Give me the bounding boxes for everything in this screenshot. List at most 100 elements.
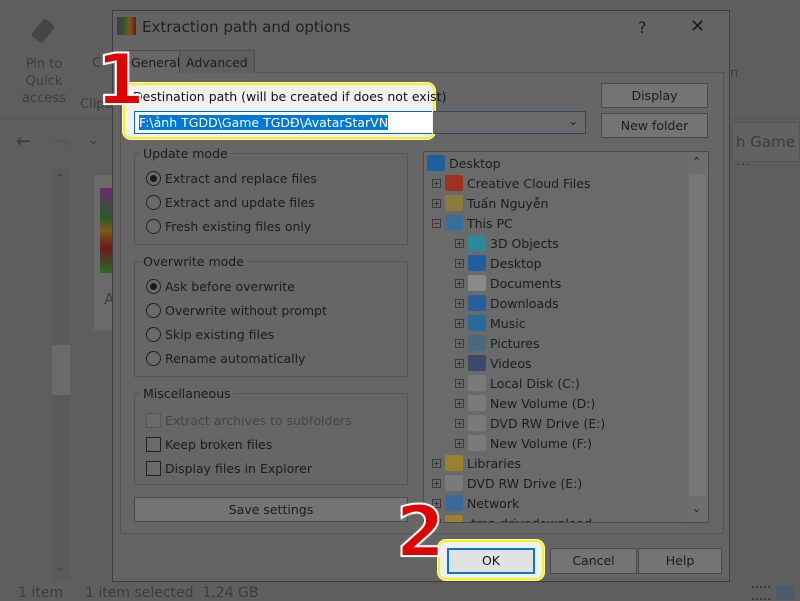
tab-advanced[interactable]: Advanced [179, 50, 255, 73]
tree-item[interactable]: + DVD RW Drive (E:) [432, 473, 582, 493]
tree-item[interactable]: + New Volume (D:) [455, 393, 595, 413]
back-button[interactable]: ← [16, 131, 31, 152]
radio-icon[interactable] [146, 171, 161, 186]
tree-item-label: .tmp.drivedownload [467, 515, 593, 523]
radio-icon[interactable] [146, 279, 161, 294]
tree-item[interactable]: + .tmp.drivedownload [432, 513, 593, 523]
option-label: Extract archives to subfolders [165, 413, 352, 428]
radio-fresh-existing[interactable]: Fresh existing files only [146, 219, 311, 234]
ok-button[interactable]: OK [447, 548, 535, 574]
expand-icon[interactable]: + [432, 458, 441, 468]
details-view-icon[interactable] [752, 586, 770, 600]
radio-extract-replace[interactable]: Extract and replace files [146, 171, 317, 186]
option-label: Fresh existing files only [165, 219, 312, 234]
music-icon [468, 315, 486, 331]
radio-skip-existing[interactable]: Skip existing files [146, 327, 274, 342]
tree-item[interactable]: − This PC [432, 213, 513, 233]
tree-item[interactable]: Desktop [427, 153, 501, 173]
pin-to-quick-access-button[interactable]: Pin to Quick access [8, 56, 80, 107]
collapse-icon[interactable]: − [432, 218, 441, 228]
computer-icon [445, 215, 463, 231]
destination-path-input[interactable]: F:\ảnh TGDD\Game TGDĐ\AvatarStarVN [134, 111, 432, 134]
tree-item[interactable]: + Desktop [455, 253, 542, 273]
scroll-down-icon[interactable]: ⌄ [55, 560, 66, 575]
expand-icon[interactable]: + [432, 178, 441, 188]
radio-ask-before[interactable]: Ask before overwrite [146, 279, 295, 294]
tree-item[interactable]: + Local Disk (C:) [455, 373, 580, 393]
status-item-count: 1 item [18, 585, 63, 601]
large-icons-view-icon[interactable] [776, 586, 794, 600]
cancel-button[interactable]: Cancel [550, 548, 637, 574]
document-icon [468, 275, 486, 291]
radio-rename-automatically[interactable]: Rename automatically [146, 351, 305, 366]
radio-icon[interactable] [146, 219, 161, 234]
expand-icon[interactable]: + [455, 438, 464, 448]
scroll-up-icon[interactable]: ⌃ [55, 172, 66, 187]
tree-item-label: Creative Cloud Files [467, 175, 591, 191]
recent-dropdown[interactable]: ⌄ [88, 133, 99, 148]
tree-item-label: New Volume (F:) [490, 435, 592, 451]
option-label: Keep broken files [165, 437, 273, 452]
expand-icon[interactable]: + [455, 338, 464, 348]
dialog-title: Extraction path and options [142, 18, 351, 36]
option-label: Ask before overwrite [165, 279, 295, 294]
new-folder-button[interactable]: New folder [601, 113, 708, 138]
expand-icon[interactable]: + [432, 198, 441, 208]
radio-icon[interactable] [146, 327, 161, 342]
expand-icon[interactable]: + [455, 318, 464, 328]
checkbox-icon[interactable] [146, 437, 161, 452]
checkbox-keep-broken[interactable]: Keep broken files [146, 437, 272, 452]
radio-overwrite-without-prompt[interactable]: Overwrite without prompt [146, 303, 327, 318]
tree-item[interactable]: + Network [432, 493, 519, 513]
expand-icon[interactable]: + [455, 378, 464, 388]
expand-icon[interactable]: + [455, 258, 464, 268]
tree-item[interactable]: + Tuấn Nguyễn [432, 193, 548, 213]
tree-item-label: Libraries [467, 455, 521, 471]
tree-item-label: Downloads [490, 295, 559, 311]
expand-icon[interactable]: + [432, 478, 441, 488]
tree-item[interactable]: + Libraries [432, 453, 521, 473]
expand-icon[interactable]: + [455, 238, 464, 248]
expand-icon[interactable]: + [455, 278, 464, 288]
scroll-up-icon[interactable]: ⌃ [692, 155, 701, 168]
tree-item[interactable]: +3D Objects [455, 233, 559, 253]
tree-item-label: Local Disk (C:) [490, 375, 580, 391]
checkbox-display-in-explorer[interactable]: Display files in Explorer [146, 461, 312, 476]
tree-item[interactable]: + Documents [455, 273, 561, 293]
expand-icon[interactable]: + [455, 358, 464, 368]
radio-icon[interactable] [146, 195, 161, 210]
destination-dropdown[interactable] [433, 111, 586, 134]
tree-item[interactable]: + DVD RW Drive (E:) [455, 413, 605, 433]
radio-icon[interactable] [146, 303, 161, 318]
radio-icon[interactable] [146, 351, 161, 366]
option-label: Skip existing files [165, 327, 275, 342]
tree-item[interactable]: + Downloads [455, 293, 559, 313]
cube-icon [468, 235, 486, 251]
folder-tree[interactable]: Desktop + Creative Cloud Files + Tuấn Nguyễn… [423, 151, 709, 523]
scroll-down-icon[interactable]: ⌄ [692, 502, 701, 515]
display-button[interactable]: Display [601, 83, 708, 108]
expand-icon[interactable]: + [455, 398, 464, 408]
tree-item[interactable]: + Music [455, 313, 526, 333]
chevron-down-icon[interactable]: ⌄ [568, 113, 578, 128]
checkbox-icon[interactable] [146, 461, 161, 476]
nav-pane-scroll-thumb[interactable] [52, 345, 70, 395]
expand-icon[interactable]: + [455, 418, 464, 428]
save-settings-button[interactable]: Save settings [134, 497, 408, 522]
help-button[interactable]: ? [638, 18, 647, 37]
help-dialog-button[interactable]: Help [638, 548, 722, 574]
radio-extract-update[interactable]: Extract and update files [146, 195, 315, 210]
tree-item-label: DVD RW Drive (E:) [467, 475, 583, 491]
tree-item[interactable]: + Creative Cloud Files [432, 173, 591, 193]
destination-path-value: F:\ảnh TGDD\Game TGDĐ\AvatarStarVN [139, 115, 389, 130]
close-button[interactable]: ✕ [690, 16, 705, 37]
checkbox-icon [146, 413, 161, 428]
tree-item[interactable]: + Pictures [455, 333, 540, 353]
tree-item-label: Network [467, 495, 520, 511]
tree-item[interactable]: + Videos [455, 353, 532, 373]
pictures-icon [468, 335, 486, 351]
expand-icon[interactable]: + [455, 298, 464, 308]
forward-button[interactable]: → [54, 131, 69, 152]
tree-item[interactable]: + New Volume (F:) [455, 433, 592, 453]
tree-scroll-thumb[interactable] [689, 174, 706, 496]
